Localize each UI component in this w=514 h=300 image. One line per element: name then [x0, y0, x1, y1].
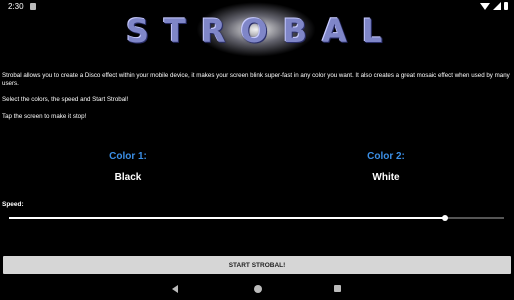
speed-slider-fill [9, 217, 445, 219]
speed-slider[interactable] [9, 215, 504, 221]
status-icons [480, 2, 508, 10]
status-time: 2:30 [8, 2, 24, 11]
stop-hint-text: Tap the screen to make it stop! [2, 113, 87, 120]
color1-label: Color 1: [109, 151, 147, 162]
color2-label: Color 2: [367, 151, 405, 162]
speed-slider-thumb[interactable] [441, 215, 448, 221]
back-icon[interactable] [172, 285, 178, 293]
signal-icon [493, 2, 501, 10]
color2-selector[interactable]: White [326, 172, 446, 183]
logo-text: STROBAL [126, 12, 398, 50]
recents-icon[interactable] [334, 285, 341, 292]
sim-card-icon [30, 3, 36, 10]
wifi-icon [480, 2, 490, 10]
navigation-bar [0, 278, 514, 300]
battery-icon [504, 2, 508, 10]
description-text: Strobal allows you to create a Disco eff… [2, 72, 510, 87]
color1-selector[interactable]: Black [68, 172, 188, 183]
speed-label: Speed: [2, 201, 24, 208]
start-strobal-button[interactable]: START STROBAL! [3, 256, 511, 274]
home-icon[interactable] [254, 285, 262, 293]
instructions-text: Select the colors, the speed and Start S… [2, 96, 129, 103]
app-logo: STROBAL [126, 2, 398, 57]
